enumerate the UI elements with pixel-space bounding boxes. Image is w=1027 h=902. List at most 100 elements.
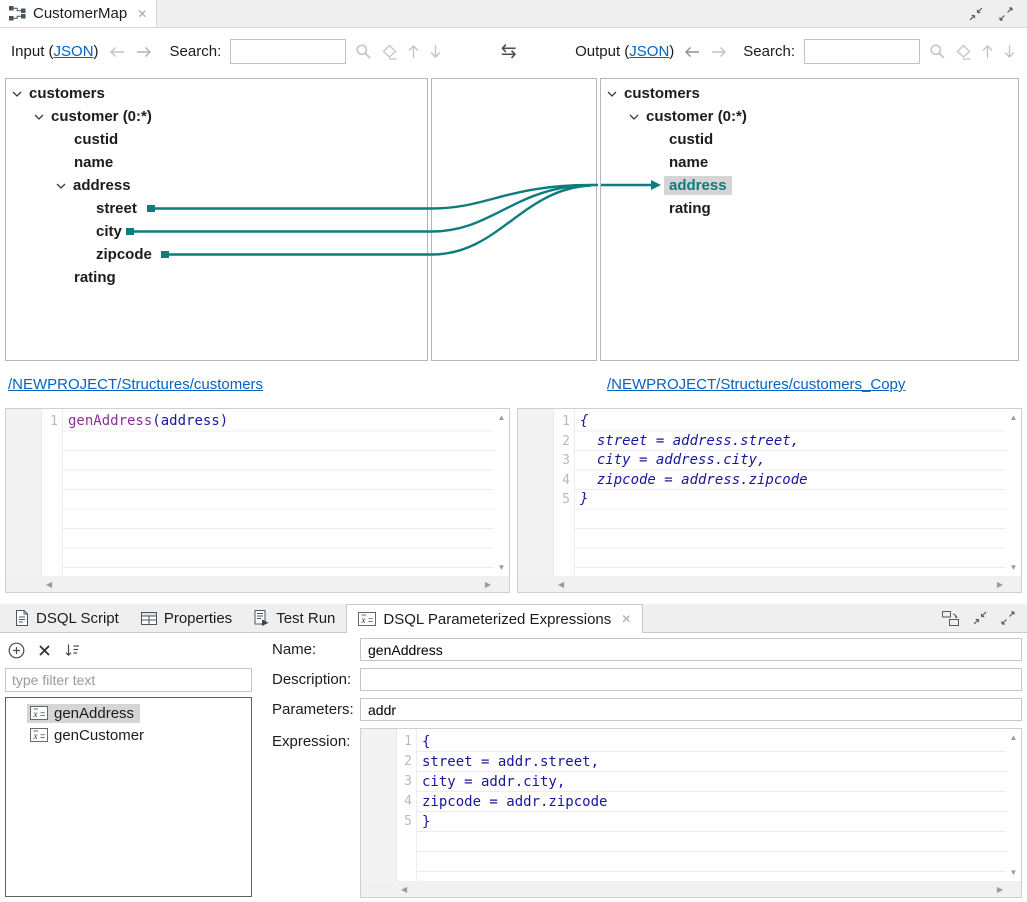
output-search-input[interactable] <box>804 39 920 64</box>
maximize-icon[interactable] <box>999 7 1013 21</box>
search-icon[interactable] <box>355 43 372 60</box>
back-icon[interactable] <box>108 45 126 59</box>
filter-input[interactable] <box>5 668 252 692</box>
output-tree-item-rating[interactable]: rating <box>601 197 1018 220</box>
tab-dsql-script[interactable]: DSQL Script <box>4 604 130 632</box>
scroll-right-icon[interactable]: ▶ <box>997 580 1003 589</box>
maximize-icon[interactable] <box>1001 611 1015 625</box>
swap-icon[interactable]: ⇆ <box>501 42 517 61</box>
description-field[interactable] <box>360 668 1022 691</box>
sort-icon[interactable] <box>64 643 80 657</box>
scroll-right-icon[interactable]: ▶ <box>997 885 1003 894</box>
parameters-field[interactable] <box>360 698 1022 721</box>
scroll-up-icon[interactable]: ▲ <box>498 413 506 422</box>
tab-properties[interactable]: Properties <box>130 604 243 632</box>
chevron-down-icon[interactable] <box>607 91 617 97</box>
name-label: Name: <box>272 641 360 658</box>
input-tree-item-address[interactable]: address <box>6 174 427 197</box>
sash-divider[interactable] <box>0 593 1027 604</box>
add-icon[interactable] <box>8 642 25 659</box>
input-tree-item-customer[interactable]: customer (0:*) <box>6 105 427 128</box>
output-forward-icon[interactable] <box>710 45 728 59</box>
clear-icon[interactable] <box>381 43 398 60</box>
input-tree-item-name[interactable]: name <box>6 151 427 174</box>
tree-item-label: rating <box>669 200 711 217</box>
scroll-left-icon[interactable]: ◀ <box>46 580 52 589</box>
change-layout-icon[interactable] <box>942 611 959 626</box>
input-expression-editor[interactable]: 1 genAddress(address) ▲▼ ◀▶ <box>5 408 510 593</box>
scroll-right-icon[interactable]: ▶ <box>485 580 491 589</box>
input-json-link[interactable]: JSON <box>54 43 94 60</box>
expression-editors-row: 1 genAddress(address) ▲▼ ◀▶ 1 2 3 4 5 { <box>5 408 1022 593</box>
chevron-down-icon[interactable] <box>56 183 66 189</box>
output-tree-item-address[interactable]: address <box>601 174 1018 197</box>
output-up-icon[interactable] <box>981 44 994 59</box>
tree-item-label: custid <box>669 131 713 148</box>
output-tree-panel[interactable]: customers customer (0:*) custid name add… <box>600 78 1019 361</box>
close-icon[interactable]: ✕ <box>137 7 147 21</box>
expressions-listbox[interactable]: x= genAddress x= genCustomer <box>5 697 252 897</box>
scroll-up-icon[interactable]: ▲ <box>1010 413 1018 422</box>
tab-label: DSQL Parameterized Expressions <box>383 611 611 628</box>
vertical-scrollbar[interactable]: ▲▼ <box>494 409 509 576</box>
input-tree-item-custid[interactable]: custid <box>6 128 427 151</box>
horizontal-scrollbar[interactable]: ◀▶ <box>6 576 509 592</box>
tab-dsql-parameterized-expressions[interactable]: x= DSQL Parameterized Expressions ✕ <box>346 604 643 633</box>
input-search-input[interactable] <box>230 39 346 64</box>
output-tree-item-custid[interactable]: custid <box>601 128 1018 151</box>
scroll-up-icon[interactable]: ▲ <box>1010 733 1018 742</box>
tab-customermap[interactable]: CustomerMap ✕ <box>0 0 157 27</box>
scroll-left-icon[interactable]: ◀ <box>401 885 407 894</box>
editor-code-area[interactable]: { street = address.street, city = addres… <box>575 409 1006 576</box>
horizontal-scrollbar[interactable]: ◀▶ <box>518 576 1021 592</box>
editor-code-area[interactable]: genAddress(address) <box>63 409 494 576</box>
expression-editor[interactable]: 1 2 3 4 5 { street = addr.street, city =… <box>360 728 1022 898</box>
output-clear-icon[interactable] <box>955 43 972 60</box>
input-tree-panel[interactable]: customers customer (0:*) custid name add… <box>5 78 428 361</box>
mapping-canvas[interactable] <box>431 78 597 361</box>
output-toolbar-group: Output (JSON) Search: <box>575 39 1016 64</box>
input-tree-item-rating[interactable]: rating <box>6 266 427 289</box>
input-tree-item-customers[interactable]: customers <box>6 82 427 105</box>
output-back-icon[interactable] <box>683 45 701 59</box>
scroll-down-icon[interactable]: ▼ <box>498 563 506 572</box>
output-structure-link[interactable]: /NEWPROJECT/Structures/customers_Copy <box>607 376 905 393</box>
list-item-gencustomer[interactable]: x= genCustomer <box>6 724 251 746</box>
chevron-down-icon[interactable] <box>12 91 22 97</box>
minimize-icon[interactable] <box>973 611 987 625</box>
delete-icon[interactable] <box>38 644 51 657</box>
output-tree-item-customer[interactable]: customer (0:*) <box>601 105 1018 128</box>
minimize-icon[interactable] <box>969 7 983 21</box>
output-down-icon[interactable] <box>1003 44 1016 59</box>
output-tree-item-customers[interactable]: customers <box>601 82 1018 105</box>
editor-code-area[interactable]: { street = addr.street, city = addr.city… <box>417 729 1006 881</box>
vertical-scrollbar[interactable]: ▲▼ <box>1006 409 1021 576</box>
output-json-link[interactable]: JSON <box>629 43 669 60</box>
description-label: Description: <box>272 671 360 688</box>
output-tree-item-name[interactable]: name <box>601 151 1018 174</box>
input-label: Input (JSON) <box>11 43 99 60</box>
chevron-down-icon[interactable] <box>629 114 639 120</box>
vertical-scrollbar[interactable]: ▲▼ <box>1006 729 1021 881</box>
output-expression-editor[interactable]: 1 2 3 4 5 { street = address.street, cit… <box>517 408 1022 593</box>
list-item-genaddress[interactable]: x= genAddress <box>6 702 251 724</box>
output-search-icon[interactable] <box>929 43 946 60</box>
forward-icon[interactable] <box>135 45 153 59</box>
close-icon[interactable]: ✕ <box>621 612 631 626</box>
input-tree-item-zipcode[interactable]: zipcode <box>6 243 427 266</box>
code-line: { <box>580 412 1006 432</box>
name-field[interactable] <box>360 638 1022 661</box>
down-icon[interactable] <box>429 44 442 59</box>
scroll-left-icon[interactable]: ◀ <box>558 580 564 589</box>
input-tree-item-street[interactable]: street <box>6 197 427 220</box>
chevron-down-icon[interactable] <box>34 114 44 120</box>
input-tree-item-city[interactable]: city <box>6 220 427 243</box>
horizontal-scrollbar[interactable]: ◀▶ <box>361 881 1021 897</box>
editor-line-numbers: 1 2 3 4 5 <box>554 409 575 576</box>
scroll-down-icon[interactable]: ▼ <box>1010 868 1018 877</box>
tree-item-label: address <box>73 177 131 194</box>
tab-test-run[interactable]: Test Run <box>243 604 346 632</box>
input-structure-link[interactable]: /NEWPROJECT/Structures/customers <box>8 376 263 393</box>
scroll-down-icon[interactable]: ▼ <box>1010 563 1018 572</box>
up-icon[interactable] <box>407 44 420 59</box>
